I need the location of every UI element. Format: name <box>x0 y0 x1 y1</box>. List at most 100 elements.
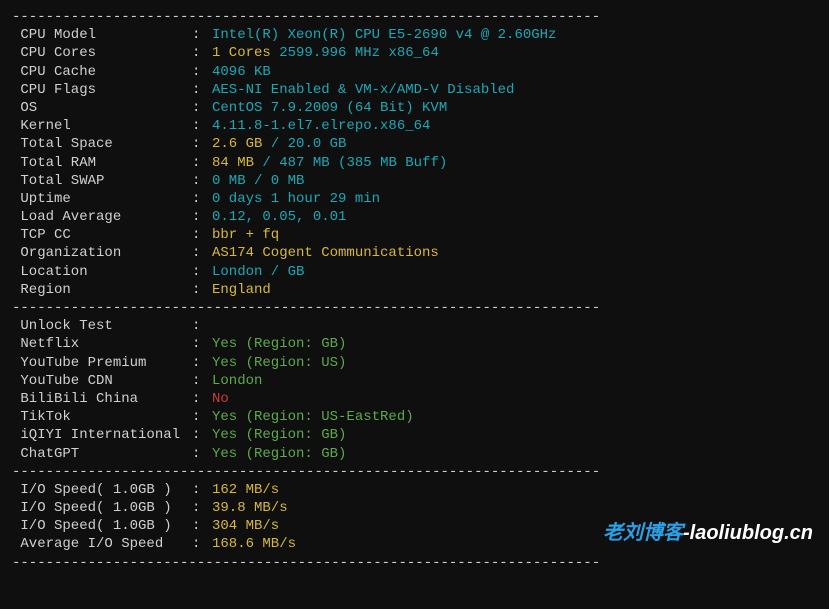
colon: : <box>192 44 212 62</box>
row-label: Total RAM <box>12 154 192 172</box>
row-label: TCP CC <box>12 226 192 244</box>
colon: : <box>192 117 212 135</box>
sysinfo-row: Total RAM: 84 MB / 487 MB (385 MB Buff) <box>12 154 817 172</box>
sysinfo-row: CPU Model: Intel(R) Xeon(R) CPU E5-2690 … <box>12 26 817 44</box>
colon: : <box>192 135 212 153</box>
row-label: Organization <box>12 244 192 262</box>
colon: : <box>192 408 212 426</box>
row-value: AES-NI Enabled & VM-x/AMD-V Disabled <box>212 81 514 99</box>
colon: : <box>192 390 212 408</box>
row-value: 0.12, 0.05, 0.01 <box>212 208 346 226</box>
colon: : <box>192 208 212 226</box>
row-value: 304 MB/s <box>212 517 279 535</box>
colon: : <box>192 81 212 99</box>
row-value: England <box>212 281 271 299</box>
io-row: I/O Speed( 1.0GB ): 162 MB/s <box>12 481 817 499</box>
divider: ----------------------------------------… <box>12 8 817 26</box>
colon: : <box>192 535 212 553</box>
colon: : <box>192 426 212 444</box>
row-value: 162 MB/s <box>212 481 279 499</box>
row-label: Load Average <box>12 208 192 226</box>
colon: : <box>192 154 212 172</box>
colon: : <box>192 317 212 335</box>
row-label: CPU Model <box>12 26 192 44</box>
row-value: 4.11.8-1.el7.elrepo.x86_64 <box>212 117 430 135</box>
row-label: I/O Speed( 1.0GB ) <box>12 517 192 535</box>
row-label: Average I/O Speed <box>12 535 192 553</box>
colon: : <box>192 481 212 499</box>
row-value: 1 Cores 2599.996 MHz x86_64 <box>212 44 439 62</box>
unlock-row: YouTube CDN: London <box>12 372 817 390</box>
row-value: CentOS 7.9.2009 (64 Bit) KVM <box>212 99 447 117</box>
colon: : <box>192 517 212 535</box>
row-label: CPU Flags <box>12 81 192 99</box>
row-label: I/O Speed( 1.0GB ) <box>12 499 192 517</box>
row-value: 4096 KB <box>212 63 271 81</box>
row-value: Yes (Region: GB) <box>212 426 346 444</box>
row-label: Unlock Test <box>12 317 192 335</box>
sysinfo-row: Total SWAP: 0 MB / 0 MB <box>12 172 817 190</box>
colon: : <box>192 63 212 81</box>
unlock-row: ChatGPT: Yes (Region: GB) <box>12 445 817 463</box>
row-value: Yes (Region: GB) <box>212 335 346 353</box>
sysinfo-row: CPU Flags: AES-NI Enabled & VM-x/AMD-V D… <box>12 81 817 99</box>
sysinfo-row: CPU Cache: 4096 KB <box>12 63 817 81</box>
row-value: 168.6 MB/s <box>212 535 296 553</box>
colon: : <box>192 499 212 517</box>
colon: : <box>192 26 212 44</box>
row-value: 84 MB / 487 MB (385 MB Buff) <box>212 154 447 172</box>
colon: : <box>192 281 212 299</box>
row-label: Total SWAP <box>12 172 192 190</box>
row-value: No <box>212 390 229 408</box>
row-value: 0 MB / 0 MB <box>212 172 304 190</box>
row-label: Netflix <box>12 335 192 353</box>
colon: : <box>192 244 212 262</box>
row-value: London / GB <box>212 263 304 281</box>
row-label: Kernel <box>12 117 192 135</box>
divider: ----------------------------------------… <box>12 463 817 481</box>
unlock-row: Netflix: Yes (Region: GB) <box>12 335 817 353</box>
row-label: iQIYI International <box>12 426 192 444</box>
sysinfo-row: Kernel: 4.11.8-1.el7.elrepo.x86_64 <box>12 117 817 135</box>
sysinfo-row: Region: England <box>12 281 817 299</box>
io-row: Average I/O Speed: 168.6 MB/s <box>12 535 817 553</box>
unlock-row: BiliBili China: No <box>12 390 817 408</box>
row-value: 2.6 GB / 20.0 GB <box>212 135 346 153</box>
row-value: Intel(R) Xeon(R) CPU E5-2690 v4 @ 2.60GH… <box>212 26 556 44</box>
row-value: Yes (Region: GB) <box>212 445 346 463</box>
unlock-row: iQIYI International: Yes (Region: GB) <box>12 426 817 444</box>
row-value: Yes (Region: US-EastRed) <box>212 408 414 426</box>
unlock-row: TikTok: Yes (Region: US-EastRed) <box>12 408 817 426</box>
row-label: BiliBili China <box>12 390 192 408</box>
colon: : <box>192 172 212 190</box>
sysinfo-row: OS: CentOS 7.9.2009 (64 Bit) KVM <box>12 99 817 117</box>
sysinfo-row: TCP CC: bbr + fq <box>12 226 817 244</box>
row-label: Region <box>12 281 192 299</box>
row-label: Location <box>12 263 192 281</box>
row-label: ChatGPT <box>12 445 192 463</box>
colon: : <box>192 335 212 353</box>
colon: : <box>192 445 212 463</box>
sysinfo-row: Location: London / GB <box>12 263 817 281</box>
row-value: Yes (Region: US) <box>212 354 346 372</box>
terminal-output: ----------------------------------------… <box>12 8 817 572</box>
row-label: Uptime <box>12 190 192 208</box>
colon: : <box>192 99 212 117</box>
divider: ----------------------------------------… <box>12 554 817 572</box>
row-label: CPU Cache <box>12 63 192 81</box>
io-row: I/O Speed( 1.0GB ): 39.8 MB/s <box>12 499 817 517</box>
io-row: I/O Speed( 1.0GB ): 304 MB/s <box>12 517 817 535</box>
row-label: OS <box>12 99 192 117</box>
row-label: CPU Cores <box>12 44 192 62</box>
unlock-row: YouTube Premium: Yes (Region: US) <box>12 354 817 372</box>
row-label: Total Space <box>12 135 192 153</box>
row-label: YouTube Premium <box>12 354 192 372</box>
divider: ----------------------------------------… <box>12 299 817 317</box>
unlock-test-header: Unlock Test: <box>12 317 817 335</box>
sysinfo-row: Total Space: 2.6 GB / 20.0 GB <box>12 135 817 153</box>
row-label: TikTok <box>12 408 192 426</box>
row-label: YouTube CDN <box>12 372 192 390</box>
row-value: 39.8 MB/s <box>212 499 288 517</box>
sysinfo-row: Load Average: 0.12, 0.05, 0.01 <box>12 208 817 226</box>
colon: : <box>192 263 212 281</box>
